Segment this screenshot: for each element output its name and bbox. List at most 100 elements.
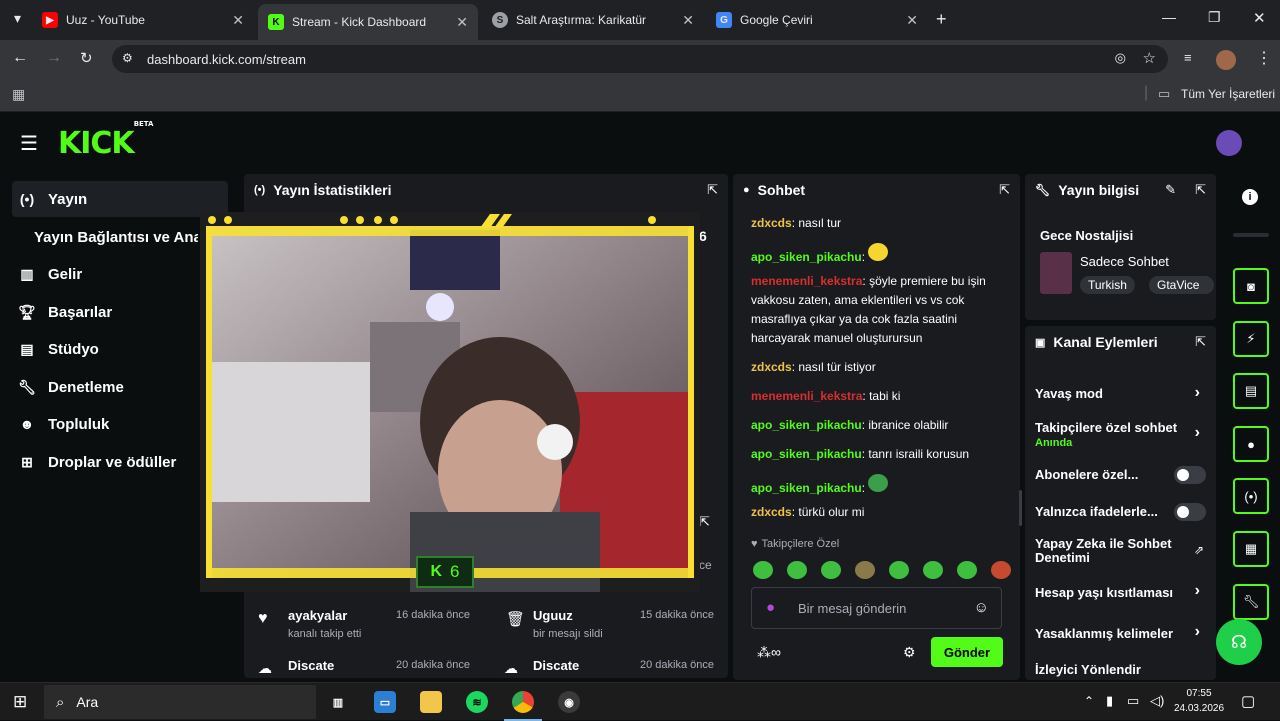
- chat-username[interactable]: zdxcds: [751, 216, 792, 230]
- activity-user[interactable]: Discate: [288, 658, 334, 673]
- eye-slash-icon[interactable]: ◎: [1115, 50, 1126, 66]
- subscribers-only-toggle[interactable]: [1174, 466, 1206, 484]
- new-tab-icon[interactable]: +: [936, 9, 947, 30]
- media-queue-icon[interactable]: ≡: [1184, 50, 1192, 65]
- taskbar-search[interactable]: ⌕ Ara: [44, 685, 316, 719]
- popout-icon[interactable]: ⇱: [707, 182, 718, 198]
- sidebar-item-basarilar[interactable]: 🏆︎ Başarılar: [12, 294, 228, 330]
- sidebar-item-studyo[interactable]: ▤ Stüdyo: [12, 331, 228, 367]
- close-tab-icon[interactable]: ✕: [456, 14, 468, 31]
- chevron-right-icon[interactable]: ›: [1195, 384, 1200, 402]
- rail-bolt-button[interactable]: ⚡︎: [1233, 321, 1269, 357]
- tab-google-translate[interactable]: G Google Çeviri ✕: [706, 4, 928, 36]
- tab-kick-dashboard[interactable]: K Stream - Kick Dashboard ✕: [258, 4, 478, 40]
- microphone-icon[interactable]: ●: [766, 599, 775, 616]
- close-tab-icon[interactable]: ✕: [232, 12, 244, 29]
- rail-broadcast-button[interactable]: (•): [1233, 478, 1269, 514]
- emote-icon[interactable]: [787, 561, 807, 579]
- emote-icon[interactable]: [923, 561, 943, 579]
- tag-chip[interactable]: GtaVice: [1149, 276, 1214, 294]
- network-icon[interactable]: ▭: [1127, 693, 1139, 709]
- chat-username[interactable]: zdxcds: [751, 505, 792, 519]
- microphone-icon[interactable]: ▮: [1106, 693, 1113, 709]
- emote-icon[interactable]: [889, 561, 909, 579]
- back-icon[interactable]: ←: [12, 49, 28, 67]
- chat-username[interactable]: menemenli_kekstra: [751, 389, 862, 403]
- apps-grid-icon[interactable]: ▦: [12, 86, 25, 103]
- sidebar-item-denetleme[interactable]: 🔧︎ Denetleme: [12, 369, 228, 405]
- tab-search-icon[interactable]: ▾: [14, 10, 21, 27]
- chat-scrollbar[interactable]: [1019, 490, 1022, 526]
- windows-start-icon[interactable]: ⊞: [13, 692, 27, 712]
- omnibox[interactable]: ⚙ dashboard.kick.com/stream ◎ ☆: [112, 45, 1168, 73]
- popout-icon[interactable]: ⇱: [1195, 182, 1206, 198]
- points-icon[interactable]: ⁂∞: [757, 644, 781, 661]
- chat-username[interactable]: apo_siken_pikachu: [751, 481, 862, 495]
- emote-icon[interactable]: [855, 561, 875, 579]
- emote-icon[interactable]: [821, 561, 841, 579]
- chat-username[interactable]: apo_siken_pikachu: [751, 447, 862, 461]
- close-window-icon[interactable]: ✕: [1253, 9, 1266, 27]
- volume-icon[interactable]: ◁): [1150, 693, 1164, 709]
- emote-icon[interactable]: [753, 561, 773, 579]
- sidebar-item-droplar[interactable]: ⊞ Droplar ve ödüller: [12, 444, 228, 480]
- sidebar-item-yayin-baglantisi[interactable]: Yayın Bağlantısı ve Ana: [28, 219, 198, 255]
- action-slow-mode[interactable]: Yavaş mod: [1035, 386, 1207, 401]
- popout-icon[interactable]: ⇱: [999, 182, 1010, 198]
- hamburger-menu-icon[interactable]: ☰: [20, 131, 38, 156]
- obs-icon[interactable]: ◉: [558, 691, 580, 713]
- spotify-icon[interactable]: ≋: [466, 691, 488, 713]
- stream-category[interactable]: Sadece Sohbet: [1080, 254, 1169, 269]
- category-thumbnail[interactable]: [1040, 252, 1072, 294]
- task-view-icon[interactable]: ▥: [327, 691, 349, 713]
- emoji-icon[interactable]: ☺: [974, 599, 989, 616]
- chat-username[interactable]: menemenli_kekstra: [751, 274, 862, 288]
- chat-input[interactable]: ● Bir mesaj gönderin ☺: [751, 587, 1002, 629]
- tab-youtube[interactable]: ▶ Uuz - YouTube ✕: [32, 4, 254, 36]
- edit-pencil-icon[interactable]: ✎: [1165, 182, 1176, 198]
- emote-icon[interactable]: [991, 561, 1011, 579]
- sidebar-item-gelir[interactable]: ▥ Gelir: [12, 256, 228, 292]
- rail-wrench-button[interactable]: 🔧︎: [1233, 584, 1269, 620]
- external-link-icon[interactable]: ⇗: [1194, 543, 1204, 557]
- settings-gear-icon[interactable]: ⚙: [903, 644, 916, 661]
- popout-icon[interactable]: ⇱: [699, 514, 710, 530]
- tag-chip[interactable]: Turkish: [1080, 276, 1135, 294]
- activity-user[interactable]: Uguuz: [533, 608, 573, 623]
- menu-kebab-icon[interactable]: ⋮: [1256, 48, 1272, 68]
- close-tab-icon[interactable]: ✕: [906, 12, 918, 29]
- popout-icon[interactable]: ⇱: [1195, 334, 1206, 350]
- user-avatar[interactable]: [1216, 130, 1242, 156]
- file-explorer-icon[interactable]: [420, 691, 442, 713]
- chevron-right-icon[interactable]: ›: [1195, 424, 1200, 442]
- restore-icon[interactable]: ❐: [1208, 9, 1221, 26]
- action-ai-moderation[interactable]: Yapay Zeka ile Sohbet Denetimi: [1035, 537, 1185, 565]
- chrome-icon[interactable]: [512, 691, 534, 713]
- sidebar-item-topluluk[interactable]: ☻ Topluluk: [12, 406, 228, 442]
- activity-user[interactable]: ayakyalar: [288, 608, 347, 623]
- sidebar-item-yayin[interactable]: (•) Yayın: [12, 181, 228, 217]
- chat-username[interactable]: apo_siken_pikachu: [751, 250, 862, 264]
- support-chat-button[interactable]: ☊: [1216, 619, 1262, 665]
- chevron-right-icon[interactable]: ›: [1195, 623, 1200, 641]
- rail-notes-button[interactable]: ▤: [1233, 373, 1269, 409]
- bookmark-star-icon[interactable]: ☆: [1143, 49, 1156, 67]
- forward-icon[interactable]: →: [46, 49, 62, 67]
- tab-salt[interactable]: S Salt Araştırma: Karikatür ✕: [482, 4, 704, 36]
- rail-chat-button[interactable]: ●: [1233, 426, 1269, 462]
- activity-user[interactable]: Discate: [533, 658, 579, 673]
- action-host-viewers[interactable]: İzleyici Yönlendir: [1035, 662, 1207, 677]
- chat-username[interactable]: zdxcds: [751, 360, 792, 374]
- emote-icon[interactable]: [957, 561, 977, 579]
- all-bookmarks-link[interactable]: Tüm Yer İşaretleri: [1181, 87, 1275, 101]
- app-icon[interactable]: ▭: [374, 691, 396, 713]
- webcam-overlay[interactable]: K 6: [200, 212, 700, 592]
- emote-only-toggle[interactable]: [1174, 503, 1206, 521]
- kick-logo[interactable]: KICKBETA: [58, 120, 153, 161]
- site-info-icon[interactable]: ⚙: [122, 51, 133, 65]
- profile-avatar[interactable]: [1216, 50, 1236, 70]
- chat-username[interactable]: apo_siken_pikachu: [751, 418, 862, 432]
- action-banned-words[interactable]: Yasaklanmış kelimeler: [1035, 626, 1207, 641]
- rail-camera-button[interactable]: ◙: [1233, 268, 1269, 304]
- minimize-icon[interactable]: —: [1162, 9, 1176, 25]
